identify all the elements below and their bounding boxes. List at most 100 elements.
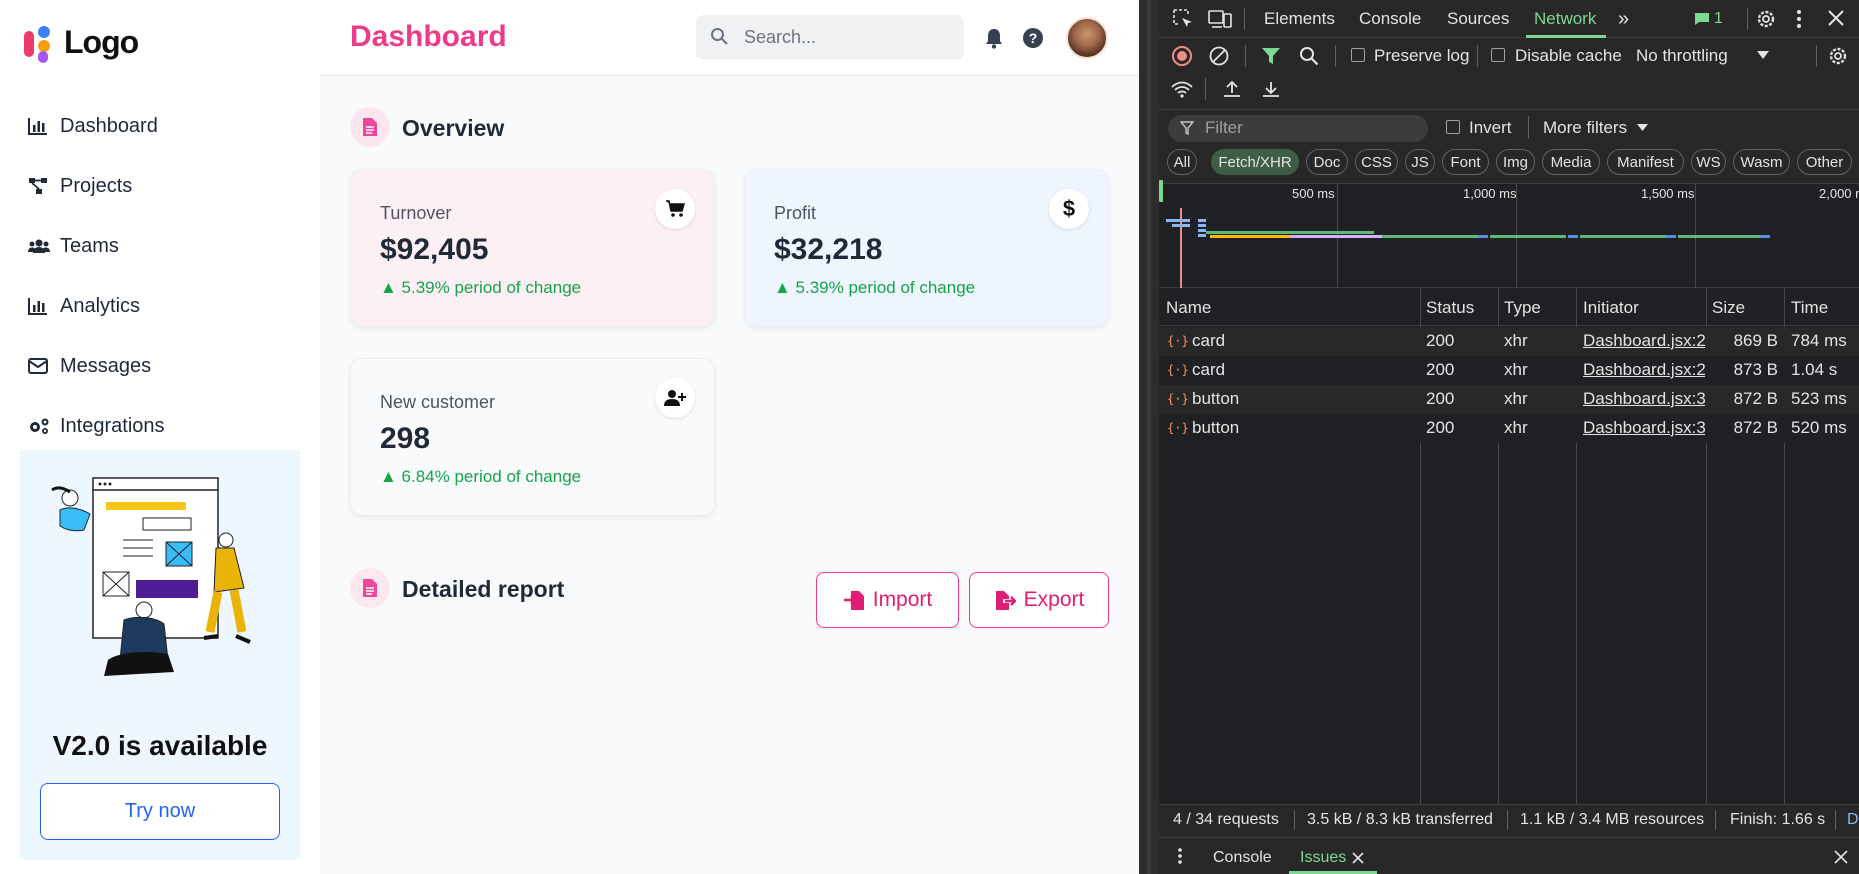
filter-all[interactable]: All (1167, 149, 1197, 175)
cogs-icon (28, 415, 60, 437)
preserve-log-checkbox[interactable] (1351, 48, 1365, 62)
resources-size: 1.1 kB / 3.4 MB resources (1520, 811, 1705, 828)
disable-cache-checkbox[interactable] (1491, 48, 1505, 62)
more-filters-button[interactable]: More filters (1543, 118, 1627, 138)
tab-sources[interactable]: Sources (1447, 0, 1509, 38)
device-toolbar-icon[interactable] (1208, 8, 1232, 30)
tab-network[interactable]: Network (1534, 0, 1596, 38)
cell-initiator[interactable]: Dashboard.jsx:20 (1583, 331, 1705, 351)
issues-badge[interactable]: 1 (1694, 10, 1723, 28)
filter-funnel-icon[interactable] (1260, 45, 1282, 67)
toolbar-divider (1335, 45, 1336, 67)
column-header-status[interactable]: Status (1426, 298, 1474, 318)
toolbar-divider (1528, 116, 1529, 138)
tab-console[interactable]: Console (1359, 0, 1421, 38)
drawer-tab-issues[interactable]: Issues (1300, 849, 1346, 867)
xhr-icon: {·} (1167, 363, 1189, 377)
page-title: Dashboard (350, 20, 507, 53)
card-value: $32,218 (774, 233, 883, 266)
cell-initiator[interactable]: Dashboard.jsx:20 (1583, 360, 1705, 380)
transferred-size: 3.5 kB / 8.3 kB transferred (1307, 811, 1493, 828)
help-icon[interactable]: ? (1020, 25, 1046, 51)
column-header-initiator[interactable]: Initiator (1583, 298, 1639, 318)
sidebar-item-analytics[interactable]: Analytics (28, 286, 298, 326)
timeline-bar (1166, 219, 1190, 222)
timeline-bar (1760, 235, 1770, 238)
cell-name: card (1192, 331, 1226, 350)
column-header-size[interactable]: Size (1712, 298, 1745, 318)
status-divider (1507, 810, 1508, 830)
filter-other[interactable]: Other (1797, 149, 1852, 175)
sidebar-item-integrations[interactable]: Integrations (28, 406, 298, 446)
kebab-menu-icon[interactable] (1794, 8, 1804, 30)
sidebar-item-label: Analytics (60, 294, 141, 317)
filter-css[interactable]: CSS (1355, 149, 1398, 175)
filter-ws[interactable]: WS (1691, 149, 1726, 175)
more-tabs-icon[interactable]: » (1618, 0, 1629, 38)
cell-name: button (1192, 418, 1240, 437)
card-value: 298 (380, 422, 431, 455)
message-icon (1695, 13, 1709, 25)
cell-size: 869 B (1733, 331, 1778, 350)
filter-manifest[interactable]: Manifest (1607, 149, 1684, 175)
clear-icon[interactable] (1208, 45, 1230, 67)
timeline-bar (1198, 224, 1206, 227)
search-icon[interactable] (1298, 45, 1320, 67)
throttling-select[interactable]: No throttling (1636, 46, 1728, 66)
close-tab-icon[interactable] (1352, 852, 1364, 864)
cell-initiator[interactable]: Dashboard.jsx:33 (1583, 418, 1705, 438)
filter-img[interactable]: Img (1496, 149, 1535, 175)
close-drawer-icon[interactable] (1834, 850, 1848, 864)
file-export-icon (995, 591, 1016, 610)
cell-status: 200 (1426, 389, 1455, 408)
panel-resize-handle[interactable] (1147, 0, 1151, 874)
search-icon (711, 28, 728, 45)
column-header-name[interactable]: Name (1166, 298, 1211, 318)
drawer-tab-console[interactable]: Console (1213, 849, 1272, 867)
export-button[interactable]: Export (969, 572, 1109, 628)
sidebar-item-projects[interactable]: Projects (28, 166, 298, 206)
filter-wasm[interactable]: Wasm (1733, 149, 1790, 175)
cell-initiator[interactable]: Dashboard.jsx:33 (1583, 389, 1705, 409)
avatar[interactable] (1066, 17, 1108, 59)
card-label: Profit (774, 203, 817, 223)
sidebar-item-teams[interactable]: Teams (28, 226, 298, 266)
network-conditions-icon[interactable] (1170, 79, 1194, 99)
bell-icon[interactable] (981, 25, 1007, 51)
timeline-tick: 1,000 ms (1463, 186, 1517, 201)
status-divider (1835, 810, 1836, 830)
cell-status: 200 (1426, 331, 1455, 350)
cell-status: 200 (1426, 418, 1455, 437)
record-stop-icon[interactable] (1171, 45, 1193, 67)
filter-js[interactable]: JS (1405, 149, 1435, 175)
filter-doc[interactable]: Doc (1306, 149, 1348, 175)
close-icon[interactable] (1827, 9, 1845, 27)
tab-elements[interactable]: Elements (1264, 0, 1335, 38)
settings-gear-icon[interactable] (1755, 8, 1777, 30)
filter-font[interactable]: Font (1442, 149, 1489, 175)
toolbar-divider (1245, 45, 1246, 67)
timeline-handle[interactable] (1159, 180, 1163, 202)
inspect-element-icon[interactable] (1172, 8, 1194, 30)
user-plus-icon (655, 378, 695, 418)
sidebar-item-label: Projects (60, 174, 133, 197)
invert-checkbox[interactable] (1446, 120, 1460, 134)
filter-fetch-xhr[interactable]: Fetch/XHR (1211, 149, 1299, 175)
import-button[interactable]: Import (816, 572, 959, 628)
upload-icon[interactable] (1222, 79, 1242, 99)
filter-funnel-icon (1180, 121, 1194, 136)
filter-media[interactable]: Media (1542, 149, 1600, 175)
card-change: ▲ 5.39% period of change (380, 278, 582, 297)
request-count: 4 / 34 requests (1173, 811, 1279, 828)
try-now-button[interactable]: Try now (40, 783, 280, 840)
cell-type: xhr (1504, 360, 1528, 379)
search-input[interactable]: Search... (696, 15, 964, 60)
network-settings-icon[interactable] (1827, 45, 1849, 67)
download-icon[interactable] (1261, 79, 1281, 99)
timeline-bar (1198, 219, 1206, 222)
column-header-time[interactable]: Time (1791, 298, 1828, 318)
column-header-type[interactable]: Type (1504, 298, 1541, 318)
sidebar-item-dashboard[interactable]: Dashboard (28, 106, 298, 146)
drawer-menu-icon[interactable] (1176, 846, 1184, 866)
sidebar-item-messages[interactable]: Messages (28, 346, 298, 386)
